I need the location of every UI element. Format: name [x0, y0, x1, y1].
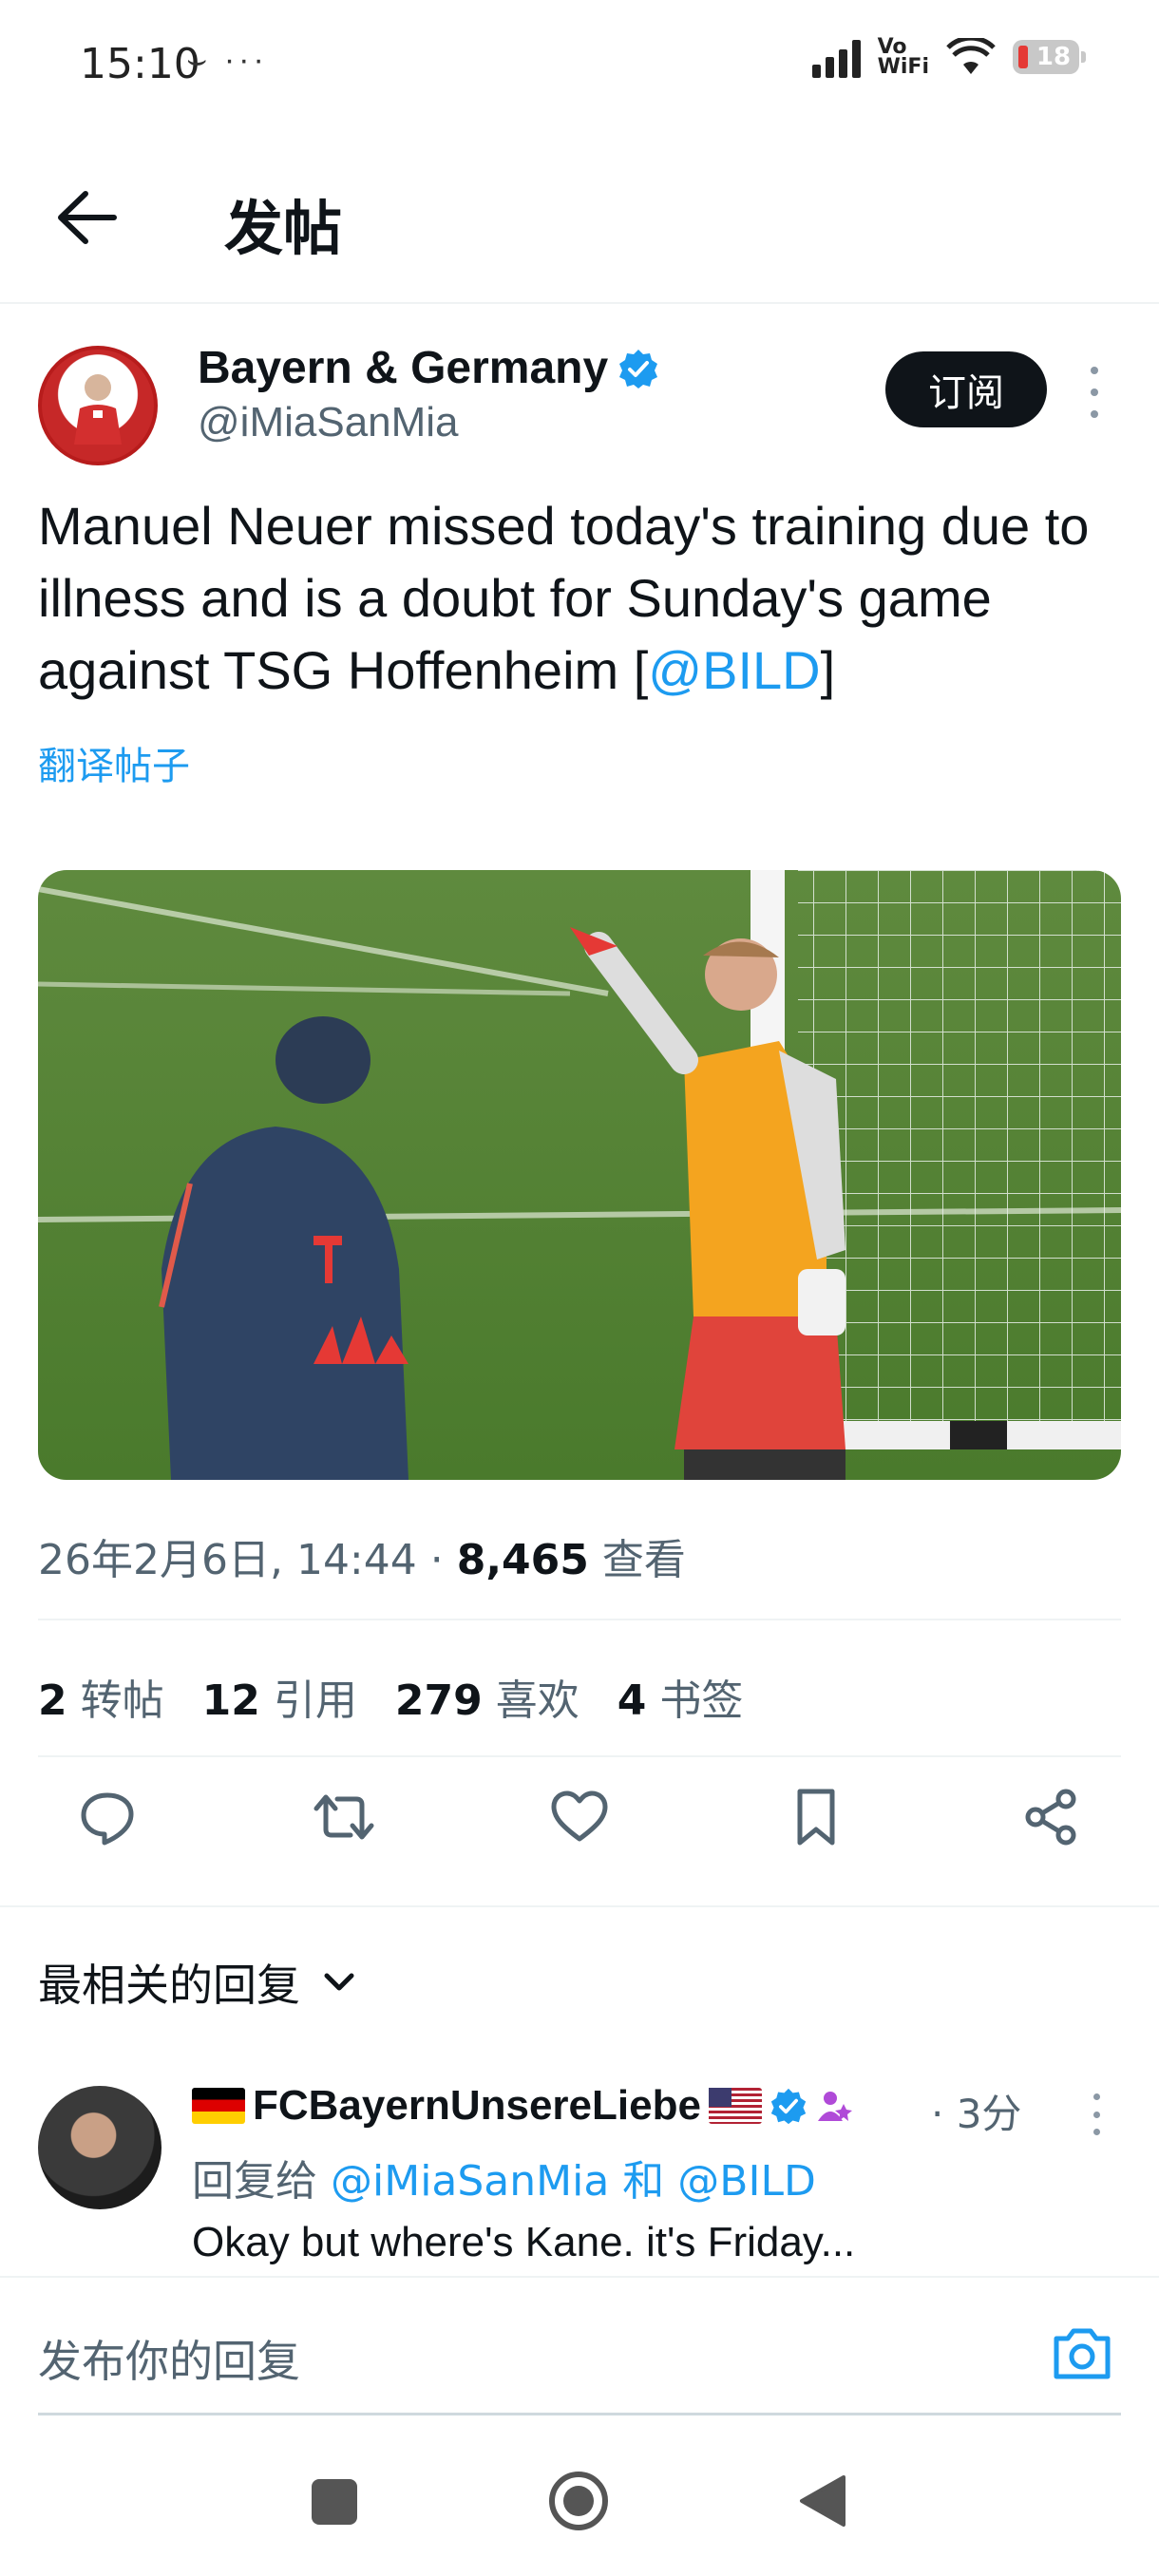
reply-more-options-icon[interactable]: [1087, 2093, 1106, 2135]
status-extra: ⌣ ···: [186, 42, 268, 78]
reply-time: · 3分: [931, 2091, 1022, 2137]
reply-input[interactable]: 发布你的回复: [38, 2327, 300, 2390]
tweet-stats: 2 转帖 12 引用 279 喜欢 4 书签: [38, 1666, 743, 1727]
reply-text: Okay but where's Kane. it's Friday...: [192, 2219, 856, 2265]
reply-to-mentions[interactable]: @iMiaSanMia 和 @BILD: [331, 2157, 816, 2206]
author-name[interactable]: Bayern & Germany: [198, 342, 608, 394]
author-avatar[interactable]: [38, 346, 158, 465]
nav-back-icon[interactable]: [798, 2473, 847, 2529]
bookmarks-label: 书签: [659, 1676, 744, 1725]
verified-badge-icon: [770, 2088, 807, 2125]
tweet-text-end: ]: [820, 640, 836, 700]
bookmarks-stat[interactable]: 4 书签: [618, 1666, 744, 1727]
compose-underline: [38, 2413, 1121, 2415]
views-label: 查看: [588, 1536, 686, 1584]
status-icons: Vo WiFi 18: [811, 35, 1086, 79]
reply-author-label: FCBayernUnsereLiebe: [253, 2082, 701, 2129]
repost-icon[interactable]: [313, 1786, 375, 1848]
bookmarks-count: 4: [617, 1676, 647, 1725]
status-time: 15:10: [80, 40, 200, 88]
actions-divider: [0, 1905, 1159, 1907]
avatar-figure-icon: [74, 374, 122, 445]
vowifi-bottom: WiFi: [877, 55, 929, 79]
bookmark-icon[interactable]: [785, 1786, 847, 1848]
tweet-text: Manuel Neuer missed today's training due…: [38, 490, 1130, 707]
training-photo: [38, 870, 1121, 1480]
reposts-label: 转帖: [80, 1676, 164, 1725]
germany-flag-icon: [192, 2088, 245, 2124]
affiliate-badge-icon: [817, 2092, 852, 2121]
reply-to-prefix: 回复给: [192, 2157, 331, 2206]
likes-stat[interactable]: 279 喜欢: [395, 1666, 580, 1727]
author-handle[interactable]: @iMiaSanMia: [198, 399, 459, 446]
wifi-icon: [946, 38, 996, 74]
likes-count: 279: [394, 1676, 483, 1725]
back-arrow-icon[interactable]: [53, 186, 120, 249]
likes-label: 喜欢: [495, 1676, 580, 1725]
more-options-icon[interactable]: [1083, 367, 1106, 418]
reply-sort-label: 最相关的回复: [38, 1960, 300, 2011]
views-count: 8,465: [456, 1536, 589, 1584]
battery-icon: 18: [1013, 40, 1086, 74]
tweet-text-body: Manuel Neuer missed today's training due…: [38, 496, 1090, 700]
page-title: 发帖: [224, 194, 343, 263]
reposts-count: 2: [38, 1676, 67, 1725]
subscribe-button[interactable]: 订阅: [885, 351, 1047, 427]
quotes-stat[interactable]: 12 引用: [202, 1666, 357, 1727]
usa-flag-icon: [708, 2088, 762, 2124]
tweet-timestamp-views: 26年2月6日, 14:44 · 8,465 查看: [38, 1525, 686, 1586]
quotes-label: 引用: [273, 1676, 357, 1725]
recent-apps-button[interactable]: [312, 2479, 357, 2525]
reposts-stat[interactable]: 2 转帖: [38, 1666, 164, 1727]
reply-avatar[interactable]: [38, 2086, 162, 2209]
battery-level: 18: [1036, 43, 1072, 71]
translate-post-link[interactable]: 翻译帖子: [38, 735, 190, 790]
vowifi-label: Vo WiFi: [877, 35, 929, 79]
header-divider: [0, 302, 1159, 304]
quotes-count: 12: [201, 1676, 260, 1725]
share-icon[interactable]: [1020, 1786, 1083, 1848]
like-icon[interactable]: [548, 1786, 611, 1848]
stats-divider: [38, 1755, 1121, 1757]
signal-icon: [811, 36, 861, 78]
tweet-timestamp: 26年2月6日, 14:44 ·: [38, 1536, 457, 1584]
camera-icon[interactable]: [1051, 2323, 1113, 2382]
chevron-down-icon: [324, 1973, 354, 1991]
meta-divider: [38, 1619, 1121, 1620]
reply-sort-dropdown[interactable]: 最相关的回复: [38, 1951, 355, 2014]
reply-author-name[interactable]: FCBayernUnsereLiebe: [192, 2082, 853, 2130]
verified-badge-icon: [619, 350, 657, 388]
home-button-icon[interactable]: [547, 2470, 610, 2532]
reply-icon[interactable]: [76, 1786, 139, 1848]
vowifi-top: Vo: [877, 35, 907, 59]
reply-to-line: 回复给 @iMiaSanMia 和 @BILD: [192, 2147, 816, 2207]
tweet-image[interactable]: [38, 870, 1121, 1480]
mention-link[interactable]: @BILD: [648, 640, 820, 700]
tweet-actions: [38, 1786, 1121, 1848]
